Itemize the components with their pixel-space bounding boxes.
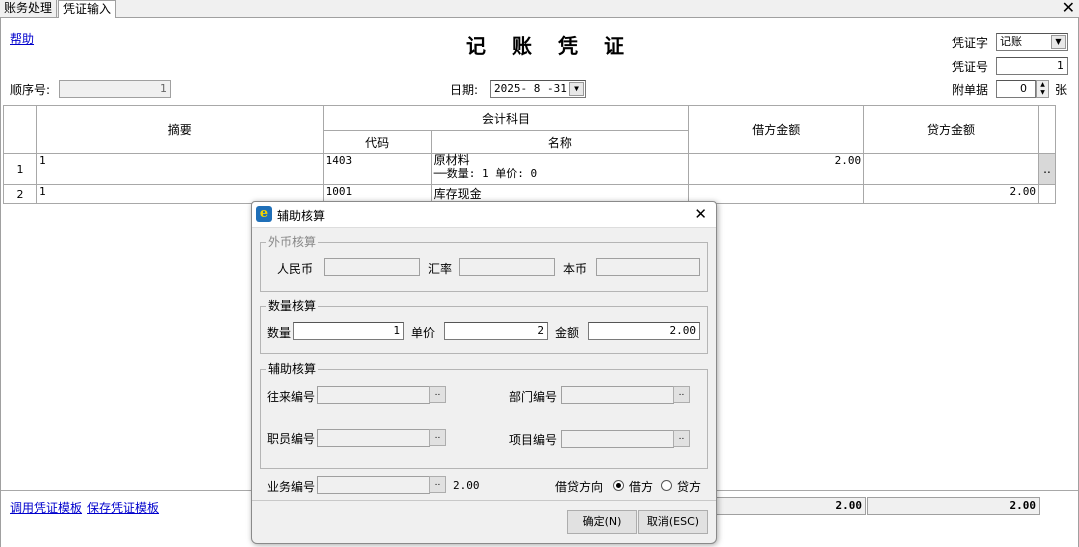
title-char: 凭 — [558, 34, 582, 58]
account-name: 原材料 — [433, 153, 470, 167]
ok-button[interactable]: 确定(N) — [567, 510, 637, 534]
date-picker[interactable]: 2025- 8 -31 ▼ — [490, 80, 586, 98]
project-label: 项目编号 — [509, 433, 558, 447]
partner-browse-button[interactable]: .. — [429, 386, 446, 403]
partner-field — [317, 386, 430, 404]
grid-corner — [3, 105, 37, 154]
rmb-field — [324, 258, 420, 276]
staff-browse-button[interactable]: .. — [429, 429, 446, 446]
summary-cell[interactable]: 1 — [35, 153, 324, 185]
price-label: 单价 — [411, 326, 436, 340]
business-field — [317, 476, 430, 494]
voucher-number-field[interactable]: 1 — [996, 57, 1068, 75]
business-amount: 2.00 — [453, 479, 480, 492]
col-header-account: 会计科目 — [322, 105, 690, 131]
help-link[interactable]: 帮助 — [10, 30, 34, 47]
dept-field — [561, 386, 674, 404]
credit-radio[interactable] — [661, 480, 672, 491]
name-cell[interactable]: 原材料 ──数量: 1 单价: 0 — [430, 153, 690, 185]
partner-label: 往来编号 — [267, 390, 316, 404]
col-header-debit: 借方金额 — [688, 105, 865, 154]
aux-legend: 辅助核算 — [266, 360, 319, 377]
amount-field[interactable]: 2.00 — [588, 322, 700, 340]
code-cell[interactable]: 1403 — [322, 153, 432, 185]
close-icon[interactable]: ✕ — [694, 205, 707, 223]
price-field[interactable]: 2 — [444, 322, 548, 340]
dept-label: 部门编号 — [509, 390, 558, 404]
attachments-unit: 张 — [1055, 83, 1068, 97]
page-title: 记账凭证 — [466, 30, 628, 59]
attachments-label: 附单据 — [952, 83, 989, 97]
col-header-name: 名称 — [430, 130, 690, 154]
debit-cell[interactable]: 2.00 — [688, 153, 865, 185]
date-label: 日期: — [450, 83, 479, 97]
close-tab-icon[interactable]: ✕ — [1062, 0, 1075, 17]
local-currency-field — [596, 258, 700, 276]
rate-field — [459, 258, 555, 276]
dialog-divider — [252, 500, 716, 501]
voucher-number-label: 凭证号 — [952, 60, 989, 74]
local-currency-label: 本币 — [563, 262, 588, 276]
business-browse-button[interactable]: .. — [429, 476, 446, 493]
tab-accounting[interactable]: 账务处理 — [0, 0, 58, 18]
dialog-title: 辅助核算 — [277, 209, 326, 223]
date-value: 2025- 8 -31 — [494, 82, 567, 95]
aux-accounting-dialog: e 辅助核算 ✕ 外币核算 人民币 汇率 本币 数量核算 数量 1 单价 2 金… — [251, 201, 717, 544]
voucher-grid: 摘要 会计科目 借方金额 贷方金额 代码 名称 1 1 1403 原材料 ──数… — [3, 105, 1057, 204]
credit-radio-label: 贷方 — [677, 480, 702, 494]
dept-browse-button[interactable]: .. — [673, 386, 690, 403]
load-template-link[interactable]: 调用凭证模板 — [10, 499, 82, 516]
credit-cell[interactable] — [863, 153, 1039, 185]
voucher-word-select[interactable]: 记账 ▼ — [996, 33, 1068, 51]
chevron-down-icon[interactable]: ▼ — [569, 82, 584, 96]
quantity-field[interactable]: 1 — [293, 322, 404, 340]
table-row[interactable]: 1 1 1403 原材料 ──数量: 1 单价: 0 2.00 .. — [3, 153, 1057, 185]
staff-label: 职员编号 — [267, 432, 316, 446]
row-detail-button[interactable]: .. — [1037, 153, 1057, 185]
project-browse-button[interactable]: .. — [673, 430, 690, 447]
row-filler — [1037, 184, 1057, 204]
direction-label: 借贷方向 — [555, 480, 604, 494]
staff-field — [317, 429, 430, 447]
row-number: 2 — [3, 184, 37, 204]
quantity-label: 数量 — [267, 326, 292, 340]
sequence-label: 顺序号: — [10, 83, 51, 97]
debit-radio-label: 借方 — [629, 480, 654, 494]
title-char: 证 — [604, 34, 628, 58]
dialog-titlebar[interactable]: e 辅助核算 ✕ — [252, 202, 716, 228]
col-header-code: 代码 — [322, 130, 432, 154]
voucher-word-label: 凭证字 — [952, 36, 989, 50]
project-field — [561, 430, 674, 448]
rate-label: 汇率 — [428, 262, 453, 276]
title-char: 记 — [466, 34, 490, 58]
col-header-summary: 摘要 — [35, 105, 324, 154]
quantity-legend: 数量核算 — [266, 297, 319, 314]
cancel-button[interactable]: 取消(ESC) — [638, 510, 708, 534]
tab-bar: 账务处理 凭证输入 ✕ — [0, 0, 1079, 19]
foreign-currency-legend: 外币核算 — [266, 233, 319, 250]
attachments-spinner[interactable]: ▲ ▼ — [1036, 80, 1049, 98]
col-header-credit: 贷方金额 — [863, 105, 1039, 154]
sequence-field: 1 — [59, 80, 171, 98]
title-char: 账 — [512, 34, 536, 58]
debit-radio[interactable] — [613, 480, 624, 491]
aux-group — [260, 369, 708, 469]
attachments-field[interactable]: 0 — [996, 80, 1036, 98]
tab-voucher-entry[interactable]: 凭证输入 — [58, 0, 117, 19]
row-number: 1 — [3, 153, 37, 185]
business-label: 业务编号 — [267, 480, 316, 494]
rmb-label: 人民币 — [277, 262, 314, 276]
total-credit: 2.00 — [867, 497, 1040, 515]
chevron-down-icon[interactable]: ▼ — [1051, 35, 1066, 49]
amount-label: 金额 — [555, 326, 580, 340]
app-icon: e — [256, 206, 272, 222]
credit-cell[interactable]: 2.00 — [863, 184, 1039, 204]
save-template-link[interactable]: 保存凭证模板 — [87, 499, 159, 516]
quantity-note: ──数量: 1 单价: 0 — [433, 167, 538, 180]
voucher-word-value: 记账 — [1000, 35, 1022, 48]
grid-header-filler — [1037, 105, 1057, 154]
total-debit: 2.00 — [691, 497, 866, 515]
